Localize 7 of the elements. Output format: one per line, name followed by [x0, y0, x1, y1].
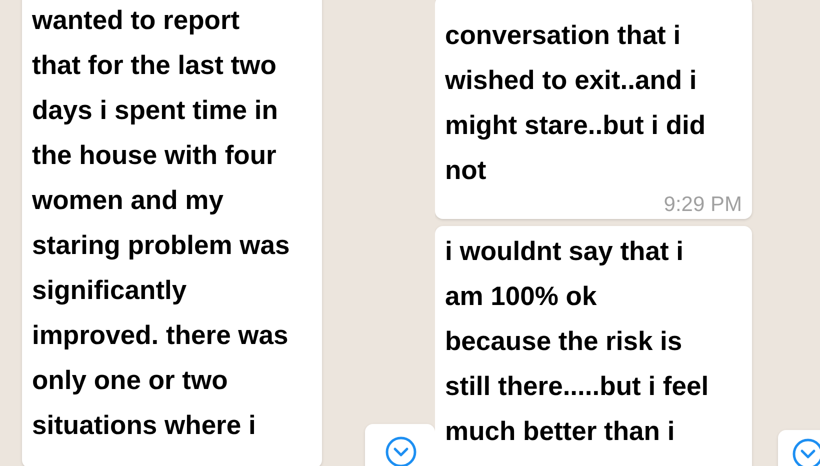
message-text: wanted to report that for the last two days i spent time in the house with four women and my staring problem was significantly improved. there was only one or two situations where i [32, 4, 291, 442]
scroll-down-icon [385, 436, 417, 466]
timestamp: 9:29 PM [664, 193, 742, 217]
message-text: conversation that i wished to exit..and i might stare..but i did not [445, 19, 707, 187]
scroll-down-icon [792, 438, 820, 466]
scroll-down-button[interactable] [365, 424, 435, 466]
message-text: i wouldnt say that i am 100% ok because the risk is still there.....but i feel much better than i [445, 235, 710, 448]
